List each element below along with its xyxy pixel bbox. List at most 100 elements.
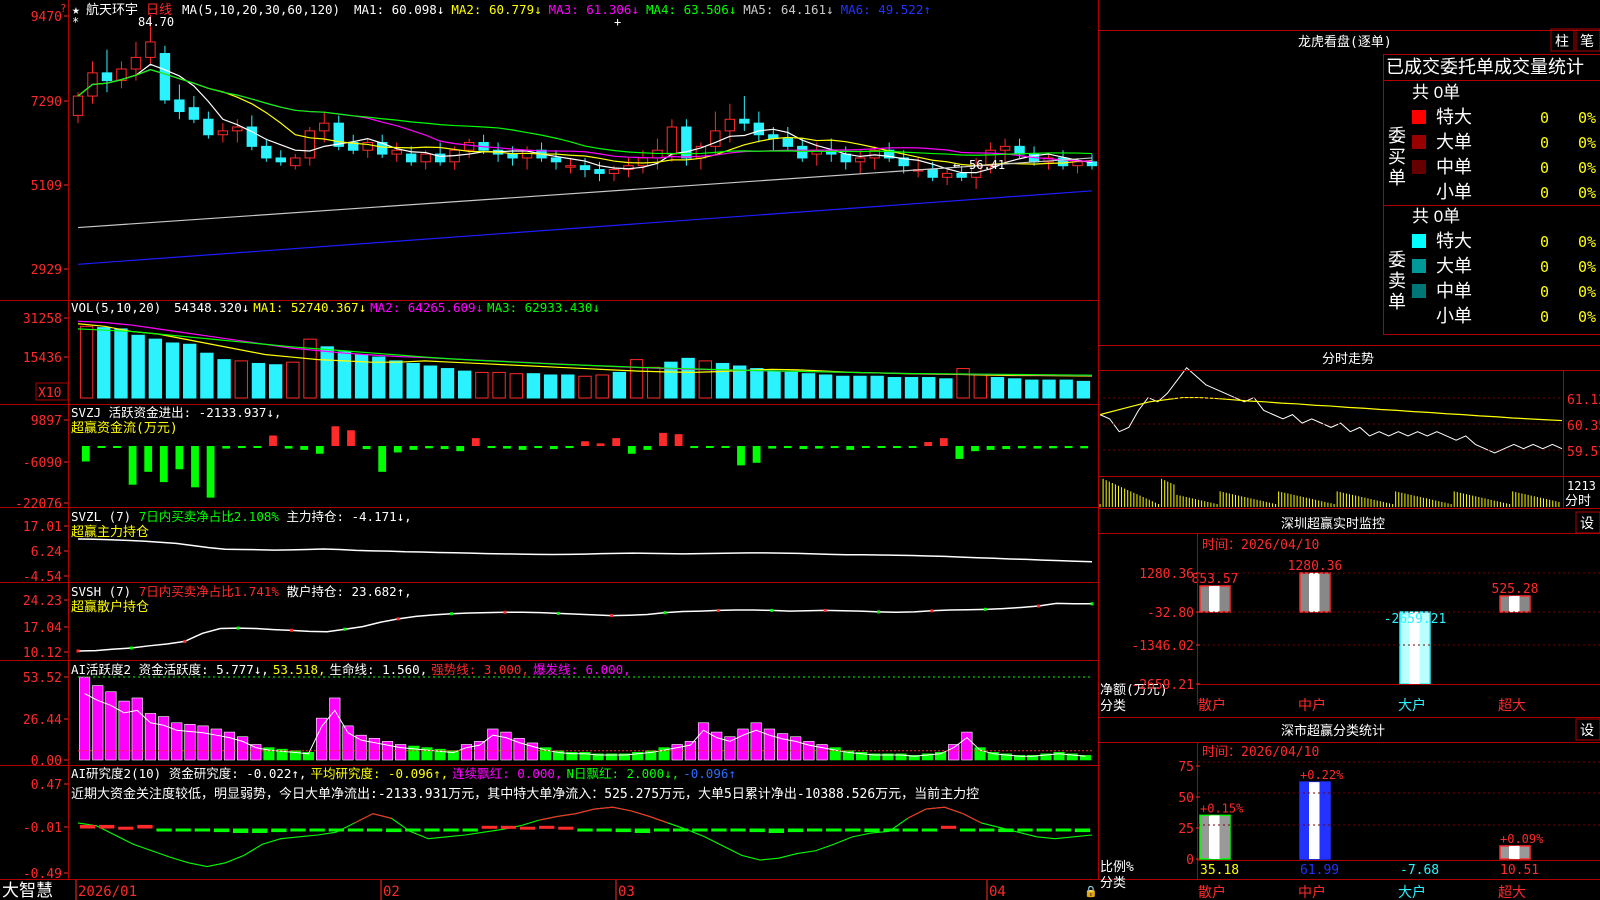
candle	[101, 72, 113, 82]
order-row-pct: 0%	[1578, 308, 1596, 326]
app-logo: 大智慧	[2, 881, 53, 900]
money-flow-bar	[128, 446, 137, 485]
candle	[840, 153, 851, 163]
order-color-swatch	[1412, 259, 1426, 273]
volume-bar	[406, 362, 420, 399]
research-bar	[347, 828, 364, 832]
money-flow-bar	[393, 446, 402, 453]
stock-terminal: { "colors":{"up":"#ff2a2a","down":"#2af3…	[0, 0, 1600, 900]
retail-dot	[930, 609, 934, 613]
research-bar	[998, 828, 1014, 833]
retail-dot	[770, 608, 774, 612]
sz-net-bar-highlight	[1209, 586, 1220, 612]
ai-research-comment: 近期大资金关注度较低，明显弱势，今日大单净流出:-2133.931万元，其中特大…	[71, 786, 979, 802]
volume-bar	[97, 327, 111, 399]
research-bar	[405, 828, 421, 832]
sz-net-category: 大户	[1398, 697, 1426, 713]
research-bar	[864, 828, 880, 833]
order-row-count: 0	[1540, 258, 1549, 276]
volume-bar	[750, 368, 764, 399]
research-bar	[577, 828, 593, 832]
candle	[232, 126, 243, 132]
research-bar	[539, 825, 555, 829]
research-bar	[749, 828, 765, 833]
money-flow-bar	[269, 435, 277, 446]
order-color-swatch	[1412, 234, 1426, 248]
money-flow-bar	[237, 446, 246, 449]
volume-bar	[337, 351, 352, 399]
retail-dot	[663, 611, 667, 615]
class-ratio-category: 散户	[1198, 884, 1226, 900]
retail-dot	[556, 611, 560, 615]
class-ratio-category: 中户	[1298, 884, 1326, 900]
class-ratio-bar-highlight	[1309, 782, 1320, 859]
volume-bar	[1076, 380, 1091, 399]
dragon-tiger-title: 龙虎看盘(逐单)	[1298, 34, 1392, 50]
candle	[753, 122, 765, 136]
research-line-red	[354, 813, 392, 824]
svzl-y-axis: 17.01 6.24 -4.54	[23, 520, 68, 585]
svzl-label: SVZL (7) 7日内买卖净占比2.108% 主力持仓: -4.171↓,	[71, 509, 412, 524]
candle	[145, 41, 156, 58]
volume-bar	[543, 374, 558, 399]
volume-bar	[148, 338, 163, 399]
lock-icon[interactable]: 🔒	[1084, 885, 1098, 898]
y-tick-label: 2929	[31, 263, 62, 278]
order-row-count: 0	[1540, 159, 1549, 177]
volume-bar	[131, 334, 145, 399]
money-flow-bar	[300, 446, 309, 450]
money-flow-bar	[144, 446, 153, 472]
volume-bar	[681, 357, 695, 399]
research-bar	[1036, 828, 1052, 832]
stock-name[interactable]: 航天环宇	[86, 2, 138, 18]
volume-bar	[492, 371, 506, 399]
volume-bar	[79, 325, 94, 399]
y-tick-label: 0.00	[31, 754, 62, 769]
volume-bar	[440, 368, 455, 399]
volume-bar	[200, 352, 214, 399]
y-tick-label: 10.12	[23, 646, 62, 661]
candle	[507, 153, 518, 159]
class-ratio-value: 10.51	[1500, 863, 1539, 878]
candle	[420, 153, 431, 163]
candle	[550, 157, 562, 163]
money-flow-bar	[1017, 446, 1026, 449]
y-tick-label: 5109	[31, 179, 62, 194]
research-bar	[481, 825, 497, 829]
volume-bar	[578, 375, 592, 399]
order-color-swatch	[1412, 110, 1426, 124]
y-tick-label: 6.24	[31, 545, 62, 560]
order-row-count: 0	[1540, 184, 1549, 202]
class-stats-title: 深市超赢分类统计	[1281, 723, 1385, 739]
x-tick-label: 02	[383, 884, 400, 900]
research-bar	[328, 828, 344, 832]
y-tick-label: 50	[1178, 791, 1194, 806]
volume-bar	[1042, 379, 1056, 399]
x-tick-label: 04	[989, 884, 1006, 900]
volume-label: VOL(5,10,20)	[71, 300, 161, 315]
money-flow-bar	[315, 446, 324, 454]
retail-dot	[129, 646, 133, 650]
value-0: MA1: 60.098↓	[354, 2, 444, 17]
candle	[594, 169, 605, 174]
money-flow-bar	[284, 446, 293, 449]
retail-dot	[983, 607, 987, 611]
research-bar	[156, 828, 172, 832]
y-tick-label: 0.47	[31, 778, 62, 793]
activity-bar	[500, 731, 512, 761]
money-flow-bar	[581, 441, 589, 446]
candle	[261, 145, 272, 159]
activity-bar	[92, 685, 104, 761]
order-row-count: 0	[1540, 233, 1549, 251]
activity-bar	[316, 717, 328, 761]
y-tick-label: -0.49	[23, 867, 62, 882]
star-marker-icon: *	[72, 15, 79, 29]
retail-dot	[183, 639, 187, 643]
volume-bar	[1007, 378, 1022, 399]
research-bar	[634, 828, 651, 833]
volume-bar	[595, 374, 609, 399]
candle	[652, 149, 663, 159]
volume-y-axis: 31258 15436	[23, 312, 68, 366]
activity-bar	[487, 728, 499, 761]
research-bar	[99, 824, 115, 829]
